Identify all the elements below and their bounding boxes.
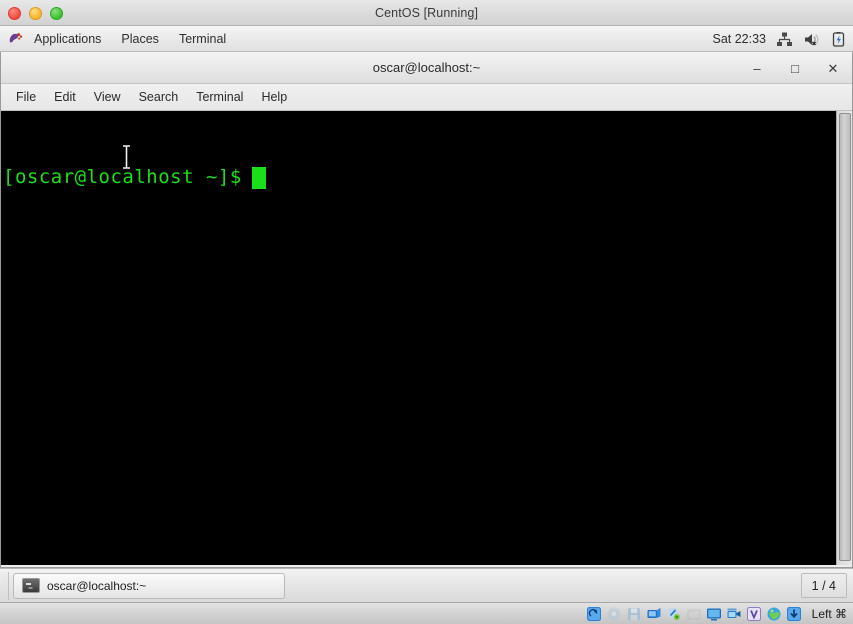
video-capture-icon[interactable] (726, 606, 742, 622)
menu-places[interactable]: Places (111, 26, 169, 52)
virtualbox-status-bar: Left ⌘ (0, 602, 853, 624)
menu-file[interactable]: File (7, 84, 45, 111)
optical-disk-icon[interactable] (606, 606, 622, 622)
workspace-switcher[interactable]: 1 / 4 (800, 573, 847, 598)
terminal-screen[interactable]: [oscar@localhost ~]$ (1, 111, 837, 565)
zoom-window-button[interactable] (50, 6, 63, 20)
terminal-cursor (251, 166, 266, 189)
menu-terminal[interactable]: Terminal (169, 26, 236, 52)
terminal-minimize-button[interactable]: ‒ (746, 57, 768, 79)
terminal-icon (22, 578, 40, 593)
ibeam-mouse-cursor (3, 120, 131, 169)
host-window-title: CentOS [Running] (374, 5, 479, 20)
menu-edit[interactable]: Edit (45, 84, 85, 111)
host-key-label: Left ⌘ (811, 606, 847, 621)
minimize-window-button[interactable] (29, 6, 42, 20)
terminal-body[interactable]: [oscar@localhost ~]$ (1, 111, 852, 565)
terminal-vertical-scrollbar[interactable] (836, 111, 852, 565)
gnome-bottom-panel: oscar@localhost:~ 1 / 4 (0, 568, 853, 602)
battery-icon[interactable] (830, 31, 847, 48)
menu-view[interactable]: View (85, 84, 130, 111)
volume-muted-icon[interactable] (803, 31, 820, 48)
usb-icon[interactable] (666, 606, 682, 622)
network-adapter-icon[interactable] (646, 606, 662, 622)
terminal-window: oscar@localhost:~ ‒ □ ✕ File Edit View S… (0, 52, 853, 568)
floppy-disk-icon[interactable] (626, 606, 642, 622)
remote-desktop-icon[interactable] (746, 606, 762, 622)
host-key-icon[interactable] (786, 606, 802, 622)
terminal-menubar: File Edit View Search Terminal Help (1, 84, 852, 111)
clock[interactable]: Sat 22:33 (712, 32, 766, 46)
traffic-lights (8, 0, 63, 26)
menu-terminal[interactable]: Terminal (187, 84, 252, 111)
menu-search[interactable]: Search (130, 84, 188, 111)
taskbar-item-label: oscar@localhost:~ (47, 578, 147, 593)
terminal-scrollbar-thumb[interactable] (839, 113, 851, 561)
host-titlebar: CentOS [Running] (0, 0, 853, 26)
menu-help[interactable]: Help (252, 84, 296, 111)
gnome-top-panel: Applications Places Terminal Sat 22:33 (0, 26, 853, 52)
display-icon[interactable] (706, 606, 722, 622)
terminal-window-title: oscar@localhost:~ (372, 60, 481, 75)
gnome-foot-icon (6, 30, 24, 48)
close-window-button[interactable] (8, 6, 21, 20)
terminal-titlebar[interactable]: oscar@localhost:~ ‒ □ ✕ (1, 52, 852, 84)
mouse-integration-icon[interactable] (766, 606, 782, 622)
network-icon[interactable] (776, 31, 793, 48)
menu-applications[interactable]: Applications (24, 26, 111, 52)
gnome-panel-menus: Applications Places Terminal (0, 26, 236, 52)
terminal-prompt-line: [oscar@localhost ~]$ (3, 165, 837, 190)
show-desktop-button[interactable] (1, 571, 9, 600)
terminal-maximize-button[interactable]: □ (784, 57, 806, 79)
terminal-close-button[interactable]: ✕ (822, 57, 844, 79)
terminal-prompt: [oscar@localhost ~]$ (3, 166, 242, 188)
taskbar-item-terminal[interactable]: oscar@localhost:~ (13, 572, 285, 599)
gnome-panel-tray: Sat 22:33 (712, 26, 847, 52)
virtualbox-vm-window: CentOS [Running] Applications Places Ter… (0, 0, 853, 624)
hard-disk-icon[interactable] (586, 606, 602, 622)
terminal-window-controls: ‒ □ ✕ (746, 52, 844, 84)
shared-folders-icon[interactable] (686, 606, 702, 622)
